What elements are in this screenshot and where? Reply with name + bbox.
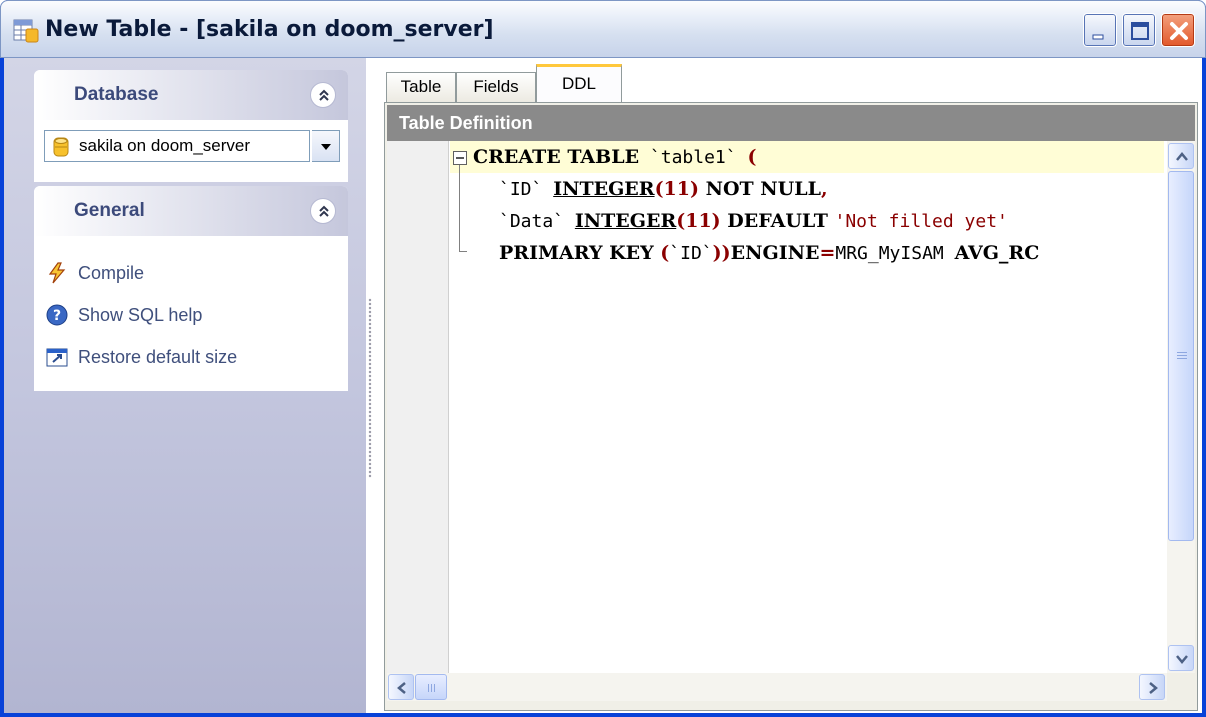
thumb-grip <box>434 684 435 692</box>
code-punctuation: ( <box>747 146 757 168</box>
database-select-value: sakila on doom_server <box>79 136 251 155</box>
scroll-right-button[interactable] <box>1139 674 1165 700</box>
code-type: INTEGER <box>553 178 655 200</box>
code-keyword: DEFAULT <box>720 210 835 232</box>
database-group-title: Database <box>74 84 159 105</box>
database-group-body: sakila on doom_server <box>34 120 348 182</box>
general-group-title: General <box>74 200 145 221</box>
code-keyword: CREATE TABLE <box>473 146 640 168</box>
general-collapse-button[interactable] <box>310 198 336 224</box>
scrollbar-corner <box>1167 673 1195 701</box>
code-identifier: `Data` <box>499 211 575 232</box>
code-punctuation: (11) <box>654 178 699 200</box>
database-select[interactable]: sakila on doom_server <box>44 130 310 162</box>
code-identifier: `ID` <box>669 243 713 264</box>
fold-guide <box>459 165 460 251</box>
code-line-1: CREATE TABLE `table1` ( <box>473 141 1163 173</box>
close-button[interactable] <box>1161 13 1195 47</box>
ddl-tab-page: Table Definition CREATE TABLE `table1` (… <box>384 102 1198 711</box>
title-bar[interactable]: New Table - [sakila on doom_server] <box>0 0 1206 58</box>
help-icon: ? <box>46 304 68 326</box>
code-punctuation: )) <box>712 242 731 264</box>
thumb-grip <box>431 684 432 692</box>
tab-table[interactable]: Table <box>386 72 456 102</box>
code-keyword: PRIMARY KEY <box>499 242 661 264</box>
code-keyword: ENGINE <box>730 242 820 264</box>
chevron-up-icon <box>319 89 329 101</box>
ddl-code-editor[interactable]: CREATE TABLE `table1` ( `ID` INTEGER(11)… <box>387 141 1195 673</box>
horizontal-scrollbar[interactable] <box>387 673 1167 701</box>
chevron-up-icon <box>319 205 329 217</box>
code-line-3: `Data` INTEGER(11) DEFAULT 'Not filled y… <box>499 205 1163 237</box>
show-sql-help-label: Show SQL help <box>78 305 203 325</box>
chevron-up-icon <box>1176 152 1188 161</box>
maximize-button[interactable] <box>1122 13 1156 47</box>
code-punctuation: ( <box>660 242 670 264</box>
code-identifier: `ID` <box>499 179 554 200</box>
restore-size-icon <box>46 348 68 367</box>
code-keyword: AVG_RC <box>954 242 1040 264</box>
vertical-scrollbar[interactable] <box>1167 141 1195 673</box>
application-window: New Table - [sakila on doom_server] Data… <box>0 0 1206 717</box>
scroll-down-button[interactable] <box>1168 645 1194 671</box>
general-group-body: Compile ? Show SQL help Restore default … <box>34 236 348 391</box>
minimize-button[interactable] <box>1083 13 1117 47</box>
chevron-left-icon <box>397 682 406 694</box>
minimize-icon <box>1092 34 1104 40</box>
tab-fields[interactable]: Fields <box>456 72 536 102</box>
code-identifier: `table1` <box>639 147 748 168</box>
maximize-icon <box>1131 22 1149 40</box>
collapse-icon <box>456 157 464 159</box>
svg-text:?: ? <box>53 308 61 324</box>
vertical-scroll-thumb[interactable] <box>1168 171 1194 541</box>
restore-default-size-link[interactable]: Restore default size <box>46 342 336 372</box>
code-line-4: PRIMARY KEY (`ID`))ENGINE=MRG_MyISAM AVG… <box>499 237 1163 269</box>
fold-toggle[interactable] <box>453 151 467 165</box>
chevron-down-icon <box>1176 655 1188 664</box>
code-punctuation: (11) <box>676 210 721 232</box>
pane-splitter[interactable] <box>366 58 374 713</box>
database-dropdown-button[interactable] <box>312 130 340 162</box>
lightning-icon <box>48 262 66 284</box>
general-group-header[interactable]: General <box>34 186 348 236</box>
scroll-up-button[interactable] <box>1168 143 1194 169</box>
tab-ddl[interactable]: DDL <box>536 64 622 102</box>
navigation-pane: Database sakila on doom_server General C… <box>4 58 366 713</box>
compile-label: Compile <box>78 263 145 283</box>
code-line-2: `ID` INTEGER(11) NOT NULL, <box>499 173 1163 205</box>
chevron-right-icon <box>1149 682 1158 694</box>
close-icon <box>1170 22 1188 40</box>
code-string: 'Not filled yet' <box>834 211 1008 232</box>
code-keyword: NOT NULL <box>698 178 821 200</box>
chevron-down-icon <box>321 144 331 150</box>
code-punctuation: , <box>820 178 828 200</box>
editor-gutter <box>387 141 449 673</box>
database-group: Database sakila on doom_server <box>34 70 348 182</box>
general-group: General Compile ? Show SQL help Restore … <box>34 186 348 391</box>
horizontal-scroll-thumb[interactable] <box>415 674 447 700</box>
code-punctuation: = <box>819 242 836 264</box>
editor-area: Table Fields DDL Table Definition CREATE… <box>374 58 1202 713</box>
thumb-grip <box>428 684 429 692</box>
scroll-left-button[interactable] <box>388 674 414 700</box>
table-definition-header: Table Definition <box>387 105 1195 141</box>
code-identifier: MRG_MyISAM <box>835 243 955 264</box>
fold-guide-end <box>459 251 467 252</box>
database-icon <box>53 137 69 157</box>
splitter-grip <box>368 298 372 478</box>
table-icon <box>13 19 39 43</box>
thumb-grip <box>1177 352 1187 353</box>
database-group-header[interactable]: Database <box>34 70 348 120</box>
show-sql-help-link[interactable]: ? Show SQL help <box>46 300 336 330</box>
thumb-grip <box>1177 355 1187 356</box>
thumb-grip <box>1177 358 1187 359</box>
code-type: INTEGER <box>574 210 677 232</box>
window-client: Database sakila on doom_server General C… <box>4 58 1202 713</box>
compile-link[interactable]: Compile <box>46 258 336 288</box>
tab-strip: Table Fields DDL <box>386 64 1196 102</box>
window-title: New Table - [sakila on doom_server] <box>45 17 494 42</box>
restore-default-size-label: Restore default size <box>78 347 238 367</box>
database-collapse-button[interactable] <box>310 82 336 108</box>
